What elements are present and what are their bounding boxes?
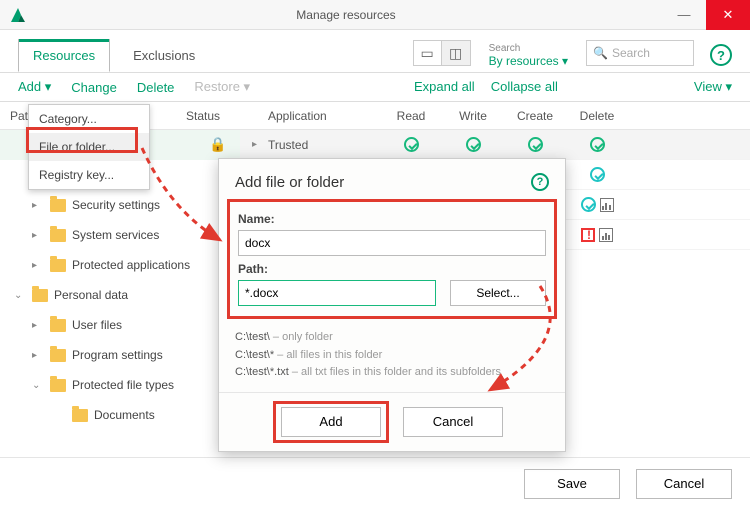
folder-icon [50,349,66,362]
allow-icon[interactable] [528,137,543,152]
expand-all-action[interactable]: Expand all [414,79,475,95]
folder-icon [50,229,66,242]
delete-action[interactable]: Delete [137,80,175,95]
name-input[interactable] [238,230,546,256]
save-button[interactable]: Save [524,469,620,499]
dialog-title: Add file or folder [235,174,344,191]
menu-item-file-or-folder[interactable]: File or folder... [29,133,149,161]
col-create[interactable]: Create [504,102,566,129]
dialog-cancel-button[interactable]: Cancel [403,407,503,437]
col-write[interactable]: Write [442,102,504,129]
menu-item-category[interactable]: Category... [29,105,149,133]
view-action[interactable]: View ▾ [694,79,732,95]
col-delete[interactable]: Delete [566,102,628,129]
name-label: Name: [238,212,546,226]
search-by-selector[interactable]: Search By resources ▾ [489,43,568,68]
allow-icon[interactable] [590,167,605,182]
layout-split-icon[interactable]: ◫ [442,41,470,65]
col-status[interactable]: Status [180,102,240,129]
add-action[interactable]: Add ▾ [18,79,51,95]
chevron-right-icon: ▸ [32,230,44,241]
deny-icon[interactable] [581,228,595,242]
search-placeholder: Search [612,46,650,60]
chevron-right-icon: ▸ [252,139,262,150]
window-title: Manage resources [30,8,662,22]
chevron-down-icon: ⌄ [14,290,26,301]
log-icon[interactable] [600,198,614,212]
layout-single-icon[interactable]: ▭ [414,41,442,65]
minimize-button[interactable]: — [662,0,706,30]
close-button[interactable]: ✕ [706,0,750,30]
col-read[interactable]: Read [380,102,442,129]
allow-icon[interactable] [590,137,605,152]
chevron-right-icon: ▸ [32,260,44,271]
title-bar: Manage resources — ✕ [0,0,750,30]
chevron-right-icon: ▸ [32,350,44,361]
dialog-add-button[interactable]: Add [281,407,381,437]
select-button[interactable]: Select... [450,280,546,306]
folder-icon [72,409,88,422]
folder-icon [50,259,66,272]
allow-icon[interactable] [466,137,481,152]
tab-resources[interactable]: Resources [18,39,110,72]
folder-icon [50,199,66,212]
search-icon: 🔍 [593,46,608,60]
collapse-all-action[interactable]: Collapse all [491,79,558,95]
right-columns: Application Read Write Create Delete [240,102,750,130]
folder-icon [32,289,48,302]
permission-row-trusted[interactable]: ▸Trusted [240,130,750,160]
col-application[interactable]: Application [240,102,380,129]
log-icon[interactable] [599,228,613,242]
lock-icon: 🔒 [198,136,238,153]
chevron-right-icon: ▸ [32,320,44,331]
footer-bar: Save Cancel [0,457,750,509]
action-bar: Add ▾ Change Delete Restore ▾ Expand all… [0,72,750,102]
cancel-button[interactable]: Cancel [636,469,732,499]
path-label: Path: [238,262,546,276]
dialog-help-button[interactable]: ? [531,173,549,191]
tab-exclusions[interactable]: Exclusions [118,39,210,72]
add-dropdown-menu: Category... File or folder... Registry k… [28,104,150,190]
change-action[interactable]: Change [71,80,117,95]
restore-action: Restore ▾ [194,79,250,95]
search-input[interactable]: 🔍 Search [586,40,694,66]
path-input[interactable] [238,280,436,306]
chevron-right-icon: ▸ [32,200,44,211]
allow-icon[interactable] [404,137,419,152]
folder-icon [50,319,66,332]
search-label: Search [489,43,568,54]
menu-item-registry-key[interactable]: Registry key... [29,161,149,189]
allow-icon[interactable] [581,197,596,212]
path-hints: C:\test\ – only folder C:\test\* – all f… [235,329,549,382]
view-mode-toggle: ▭ ◫ [413,40,471,66]
chevron-down-icon: ⌄ [32,380,44,391]
highlight-box-dialog-fields: Name: Path: Select... [227,199,557,319]
app-logo [6,3,30,27]
folder-icon [50,379,66,392]
add-file-folder-dialog: Add file or folder ? Name: Path: Select.… [218,158,566,452]
top-bar: Resources Exclusions ▭ ◫ Search By resou… [0,30,750,72]
help-button[interactable]: ? [710,44,732,66]
